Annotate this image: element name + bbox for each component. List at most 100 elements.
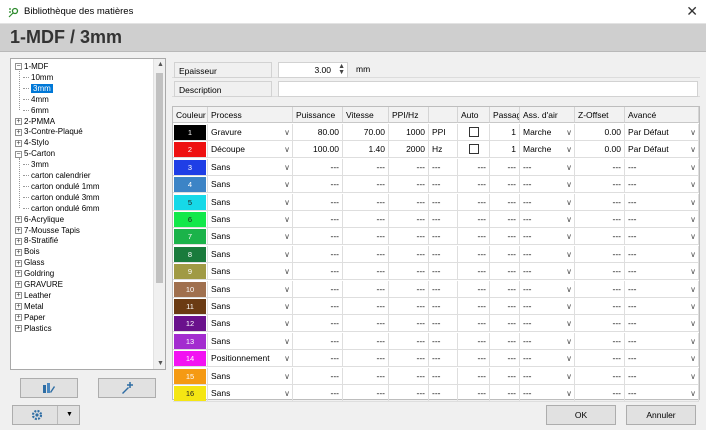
tree-node[interactable]: +8-Stratifié: [15, 236, 58, 246]
auto-cell[interactable]: ---: [458, 245, 490, 263]
z-offset-field[interactable]: ---: [575, 315, 625, 333]
color-swatch[interactable]: 9: [174, 264, 206, 280]
tree-node[interactable]: +2-PMMA: [15, 117, 55, 127]
chevron-down-icon[interactable]: ∨: [566, 246, 572, 262]
color-cell[interactable]: 12: [173, 315, 208, 333]
expand-icon[interactable]: +: [15, 117, 22, 125]
power-field[interactable]: ---: [293, 263, 343, 281]
color-swatch[interactable]: 8: [174, 246, 206, 262]
chevron-down-icon[interactable]: ∨: [690, 211, 696, 227]
air-assist-select[interactable]: --- ∨: [520, 245, 575, 263]
chevron-down-icon[interactable]: ∨: [284, 368, 290, 384]
auto-cell[interactable]: ---: [458, 176, 490, 194]
scroll-down-icon[interactable]: ▼: [157, 360, 164, 367]
table-row[interactable]: 11 Sans ∨ --- --- --- --- --- --- --- ∨ --- --- ∨: [173, 298, 699, 315]
ok-button[interactable]: OK: [546, 405, 616, 425]
process-select[interactable]: Sans ∨: [208, 176, 293, 194]
chevron-down-icon[interactable]: ∨: [690, 124, 696, 140]
frequency-field[interactable]: ---: [389, 315, 429, 333]
power-field[interactable]: ---: [293, 176, 343, 194]
speed-field[interactable]: ---: [343, 280, 389, 298]
chevron-down-icon[interactable]: ∨: [566, 194, 572, 210]
color-cell[interactable]: 13: [173, 332, 208, 350]
table-row[interactable]: 14 Positionnement ∨ --- --- --- --- --- --- --- ∨ -…: [173, 350, 699, 368]
tree-leaf[interactable]: carton ondulé 6mm: [23, 204, 99, 214]
passes-field[interactable]: ---: [490, 193, 520, 211]
chevron-down-icon[interactable]: ∨: [690, 263, 696, 279]
table-row[interactable]: 8 Sans ∨ --- --- --- --- --- --- --- ∨ --- --- ∨: [173, 245, 699, 263]
process-select[interactable]: Sans ∨: [208, 193, 293, 211]
process-select[interactable]: Sans ∨: [208, 263, 293, 281]
color-swatch[interactable]: 14: [174, 351, 206, 367]
advanced-select[interactable]: --- ∨: [625, 263, 699, 281]
chevron-down-icon[interactable]: ∨: [566, 281, 572, 297]
chevron-down-icon[interactable]: ∨: [284, 298, 290, 314]
chevron-down-icon[interactable]: ∨: [690, 141, 696, 157]
color-cell[interactable]: 4: [173, 176, 208, 194]
z-offset-field[interactable]: ---: [575, 350, 625, 368]
power-field[interactable]: ---: [293, 280, 343, 298]
chevron-down-icon[interactable]: ∨: [690, 350, 696, 366]
expand-icon[interactable]: +: [15, 139, 22, 147]
color-cell[interactable]: 2: [173, 141, 208, 159]
passes-field[interactable]: 1: [490, 141, 520, 159]
process-select[interactable]: Découpe ∨: [208, 141, 293, 159]
color-cell[interactable]: 15: [173, 367, 208, 385]
passes-field[interactable]: ---: [490, 245, 520, 263]
tree-leaf[interactable]: 3mm: [23, 83, 53, 94]
color-cell[interactable]: 11: [173, 298, 208, 315]
power-field[interactable]: ---: [293, 385, 343, 402]
z-offset-field[interactable]: ---: [575, 211, 625, 228]
z-offset-field[interactable]: ---: [575, 298, 625, 315]
color-swatch[interactable]: 15: [174, 368, 206, 384]
chevron-down-icon[interactable]: ∨: [690, 159, 696, 175]
advanced-select[interactable]: --- ∨: [625, 211, 699, 228]
expand-icon[interactable]: +: [15, 314, 22, 322]
process-select[interactable]: Sans ∨: [208, 228, 293, 246]
passes-field[interactable]: ---: [490, 350, 520, 368]
collapse-icon[interactable]: −: [15, 150, 22, 158]
speed-field[interactable]: ---: [343, 350, 389, 368]
tree-leaf[interactable]: 10mm: [23, 73, 53, 83]
chevron-down-icon[interactable]: ∨: [566, 228, 572, 244]
color-cell[interactable]: 5: [173, 193, 208, 211]
z-offset-field[interactable]: ---: [575, 385, 625, 402]
table-row[interactable]: 4 Sans ∨ --- --- --- --- --- --- --- ∨ --- --- ∨: [173, 176, 699, 194]
edit-library-button[interactable]: [20, 378, 78, 398]
color-cell[interactable]: 3: [173, 158, 208, 176]
air-assist-select[interactable]: --- ∨: [520, 280, 575, 298]
tree-node[interactable]: + Goldring: [15, 269, 54, 279]
power-field[interactable]: ---: [293, 350, 343, 368]
tree-node[interactable]: −5-Carton: [15, 149, 55, 159]
table-row[interactable]: 7 Sans ∨ --- --- --- --- --- --- --- ∨ --- --- ∨: [173, 228, 699, 246]
chevron-down-icon[interactable]: ∨: [284, 350, 290, 366]
power-field[interactable]: ---: [293, 193, 343, 211]
auto-cell[interactable]: ---: [458, 298, 490, 315]
frequency-field[interactable]: ---: [389, 332, 429, 350]
table-row[interactable]: 5 Sans ∨ --- --- --- --- --- --- --- ∨ --- --- ∨: [173, 193, 699, 211]
power-field[interactable]: ---: [293, 158, 343, 176]
z-offset-field[interactable]: ---: [575, 367, 625, 385]
color-cell[interactable]: 10: [173, 280, 208, 298]
tree-leaf[interactable]: 4mm: [23, 95, 49, 105]
auto-cell[interactable]: ---: [458, 315, 490, 333]
expand-icon[interactable]: +: [15, 270, 22, 278]
tree-node[interactable]: + Glass: [15, 258, 44, 268]
z-offset-field[interactable]: ---: [575, 280, 625, 298]
expand-icon[interactable]: +: [15, 237, 22, 245]
chevron-down-icon[interactable]: ∨: [566, 298, 572, 314]
chevron-down-icon[interactable]: ∨: [284, 228, 290, 244]
auto-cell[interactable]: ---: [458, 385, 490, 402]
tree-leaf[interactable]: 6mm: [23, 106, 49, 116]
color-swatch[interactable]: 10: [174, 281, 206, 297]
speed-field[interactable]: ---: [343, 367, 389, 385]
auto-cell[interactable]: ---: [458, 211, 490, 228]
tree-leaf[interactable]: carton ondulé 3mm: [23, 193, 99, 203]
air-assist-select[interactable]: --- ∨: [520, 350, 575, 368]
air-assist-select[interactable]: --- ∨: [520, 263, 575, 281]
expand-icon[interactable]: +: [15, 324, 22, 332]
color-cell[interactable]: 7: [173, 228, 208, 246]
passes-field[interactable]: ---: [490, 367, 520, 385]
chevron-down-icon[interactable]: ∨: [690, 368, 696, 384]
auto-cell[interactable]: [458, 124, 490, 141]
